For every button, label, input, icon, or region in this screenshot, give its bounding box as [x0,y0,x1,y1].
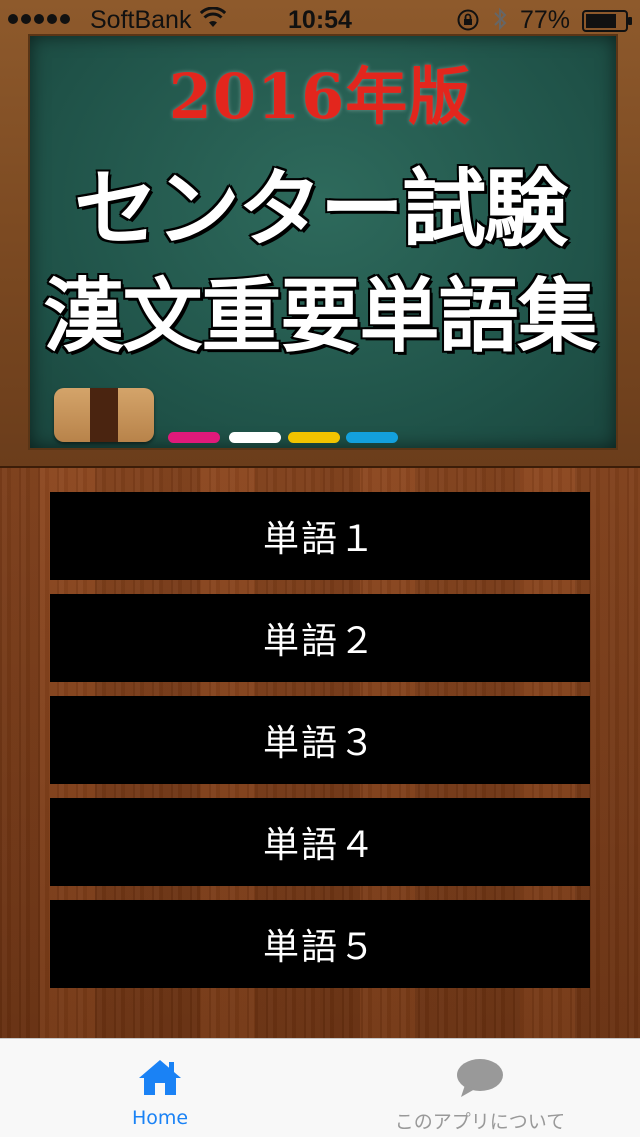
word-set-5-button[interactable]: 単語５ [50,900,590,988]
word-set-1-button[interactable]: 単語１ [50,492,590,580]
speech-bubble-icon [320,1057,640,1099]
chalk-yellow [288,432,340,443]
app-title-line-2: 漢文重要単語集 [42,269,599,365]
word-set-4-button[interactable]: 単語４ [50,798,590,886]
home-icon [0,1057,320,1097]
edition-title: 2016年版 [168,60,472,133]
chalkboard-frame: 2016年版 センター試験 漢文重要単語集 [0,0,640,468]
tab-home[interactable]: Home [0,1039,320,1137]
tab-bar: Home このアプリについて [0,1038,640,1137]
chalk-white [229,432,281,443]
word-set-2-button[interactable]: 単語２ [50,594,590,682]
tab-about-label: このアプリについて [394,1111,566,1133]
tab-home-label: Home [131,1107,189,1129]
word-set-3-button[interactable]: 単語３ [50,696,590,784]
chalk-blue [346,432,398,443]
status-bar: SoftBank 10:54 77% [0,0,640,40]
rotation-lock-icon [456,8,480,39]
app-title-line-1: センター試験 [72,159,569,260]
battery-icon [582,10,634,39]
tab-about[interactable]: このアプリについて [320,1039,640,1137]
bluetooth-icon [492,6,508,39]
battery-percentage: 77% [520,6,571,34]
eraser-icon [54,388,154,442]
chalk-pink [168,432,220,443]
